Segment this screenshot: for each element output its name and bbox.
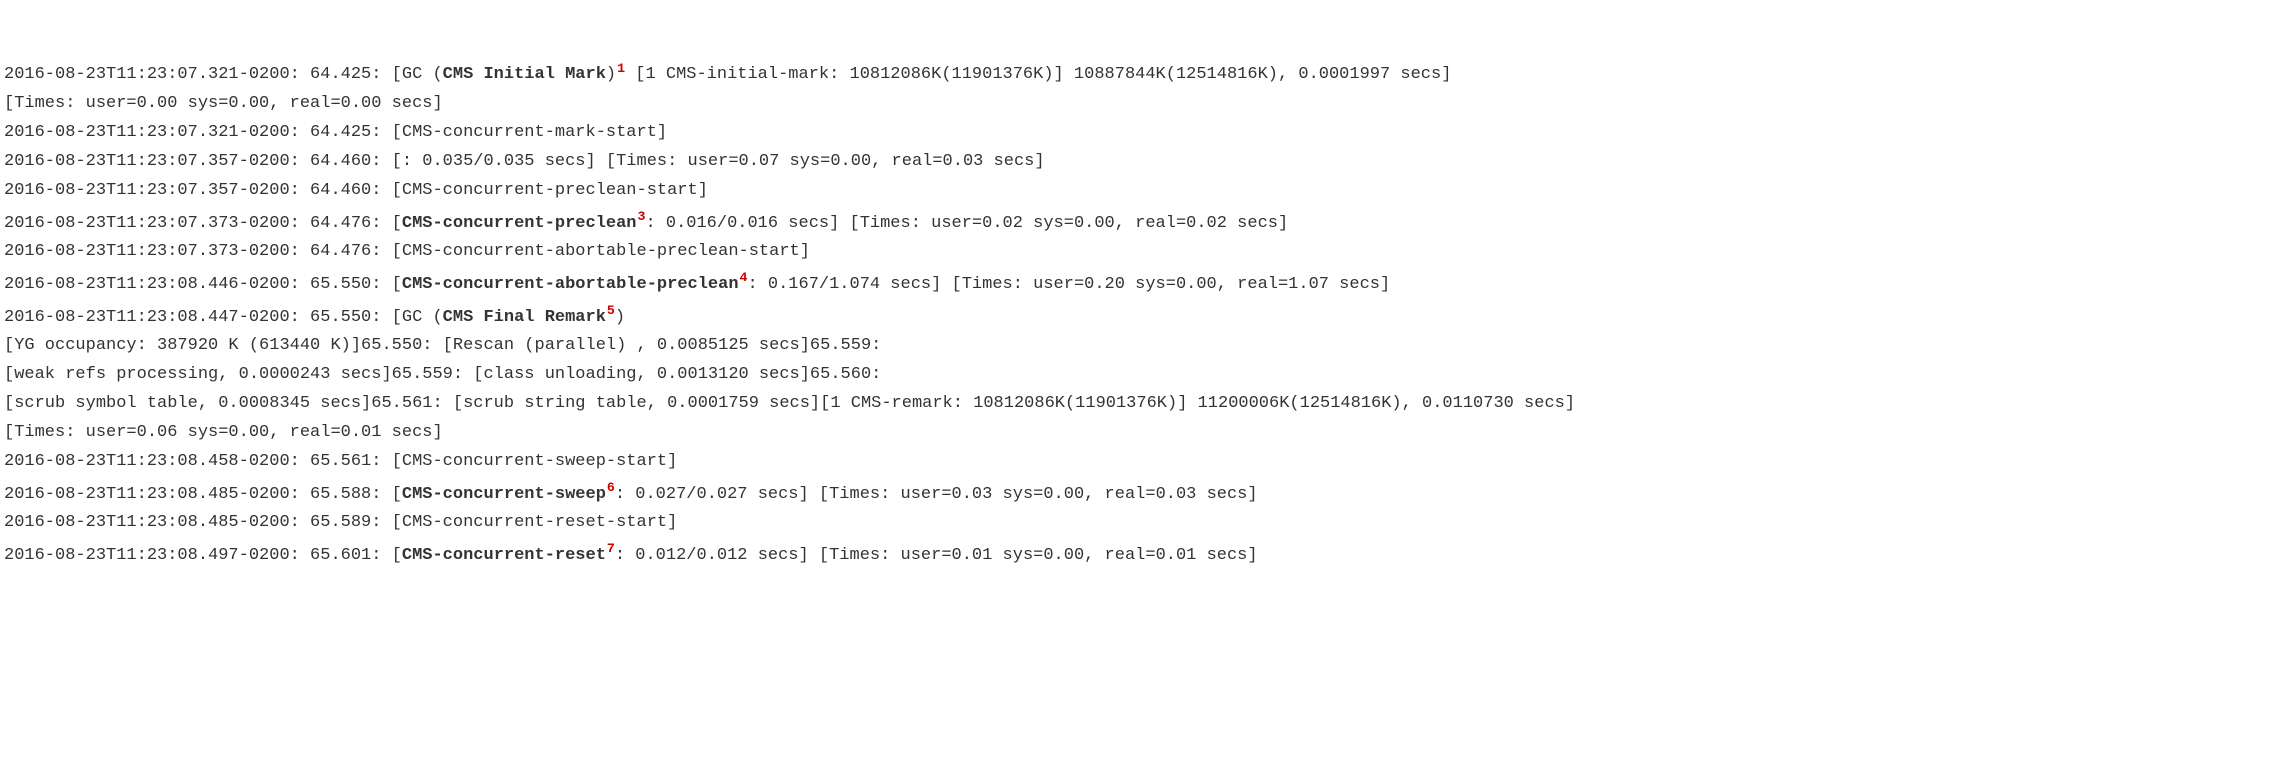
l7-seg-a: 2016-08-23T11:23:07.373-0200: 64.476: [C… [4,242,810,261]
l16-seg-a: 2016-08-23T11:23:08.485-0200: 65.589: [C… [4,513,677,532]
footnote-5[interactable]: 5 [606,303,615,318]
l13-seg-a: [Times: user=0.06 sys=0.00, real=0.01 se… [4,423,443,442]
l9-seg-d: ) [615,308,625,327]
l15-seg-a: 2016-08-23T11:23:08.485-0200: 65.588: [ [4,485,402,504]
l3-seg-a: 2016-08-23T11:23:07.321-0200: 64.425: [C… [4,123,667,142]
l17-seg-a: 2016-08-23T11:23:08.497-0200: 65.601: [ [4,546,402,565]
l1-seg-e: [1 CMS-initial-mark: 10812086K(11901376K… [625,65,1451,84]
l14-seg-a: 2016-08-23T11:23:08.458-0200: 65.561: [C… [4,452,677,471]
l9-bold: CMS Final Remark [443,308,606,327]
l2-seg-a: [Times: user=0.00 sys=0.00, real=0.00 se… [4,94,443,113]
l6-seg-d: : 0.016/0.016 secs] [Times: user=0.02 sy… [645,214,1288,233]
l8-bold: CMS-concurrent-abortable-preclean [402,275,739,294]
gc-log-block: 2016-08-23T11:23:07.321-0200: 64.425: [G… [4,29,2268,571]
footnote-6[interactable]: 6 [606,480,615,495]
line-1: 2016-08-23T11:23:07.321-0200: 64.425: [G… [4,65,1451,84]
line-13: [Times: user=0.06 sys=0.00, real=0.01 se… [4,423,443,442]
line-5: 2016-08-23T11:23:07.357-0200: 64.460: [C… [4,181,708,200]
line-11: [weak refs processing, 0.0000243 secs]65… [4,365,881,384]
footnote-7[interactable]: 7 [606,541,615,556]
l5-seg-a: 2016-08-23T11:23:07.357-0200: 64.460: [C… [4,181,708,200]
l11-seg-a: [weak refs processing, 0.0000243 secs]65… [4,365,881,384]
l17-seg-d: : 0.012/0.012 secs] [Times: user=0.01 sy… [615,546,1258,565]
l4-seg-a: 2016-08-23T11:23:07.357-0200: 64.460: [:… [4,152,1045,171]
line-14: 2016-08-23T11:23:08.458-0200: 65.561: [C… [4,452,677,471]
line-9: 2016-08-23T11:23:08.447-0200: 65.550: [G… [4,308,625,327]
l1-bold: CMS Initial Mark [443,65,606,84]
l17-bold: CMS-concurrent-reset [402,546,606,565]
line-6: 2016-08-23T11:23:07.373-0200: 64.476: [C… [4,214,1288,233]
line-16: 2016-08-23T11:23:08.485-0200: 65.589: [C… [4,513,677,532]
l10-seg-a: [YG occupancy: 387920 K (613440 K)]65.55… [4,336,881,355]
l15-seg-d: : 0.027/0.027 secs] [Times: user=0.03 sy… [615,485,1258,504]
line-2: [Times: user=0.00 sys=0.00, real=0.00 se… [4,94,443,113]
line-4: 2016-08-23T11:23:07.357-0200: 64.460: [:… [4,152,1045,171]
l6-bold: CMS-concurrent-preclean [402,214,637,233]
line-17: 2016-08-23T11:23:08.497-0200: 65.601: [C… [4,546,1258,565]
l15-bold: CMS-concurrent-sweep [402,485,606,504]
l1-seg-c: ) [606,65,616,84]
l8-seg-a: 2016-08-23T11:23:08.446-0200: 65.550: [ [4,275,402,294]
l1-seg-a: 2016-08-23T11:23:07.321-0200: 64.425: [G… [4,65,443,84]
l9-seg-a: 2016-08-23T11:23:08.447-0200: 65.550: [G… [4,308,443,327]
line-8: 2016-08-23T11:23:08.446-0200: 65.550: [C… [4,275,1390,294]
footnote-1[interactable]: 1 [616,61,625,76]
l6-seg-a: 2016-08-23T11:23:07.373-0200: 64.476: [ [4,214,402,233]
line-12: [scrub symbol table, 0.0008345 secs]65.5… [4,394,1575,413]
l12-seg-a: [scrub symbol table, 0.0008345 secs]65.5… [4,394,1575,413]
l8-seg-d: : 0.167/1.074 secs] [Times: user=0.20 sy… [747,275,1390,294]
line-10: [YG occupancy: 387920 K (613440 K)]65.55… [4,336,881,355]
line-3: 2016-08-23T11:23:07.321-0200: 64.425: [C… [4,123,667,142]
line-7: 2016-08-23T11:23:07.373-0200: 64.476: [C… [4,242,810,261]
line-15: 2016-08-23T11:23:08.485-0200: 65.588: [C… [4,485,1258,504]
